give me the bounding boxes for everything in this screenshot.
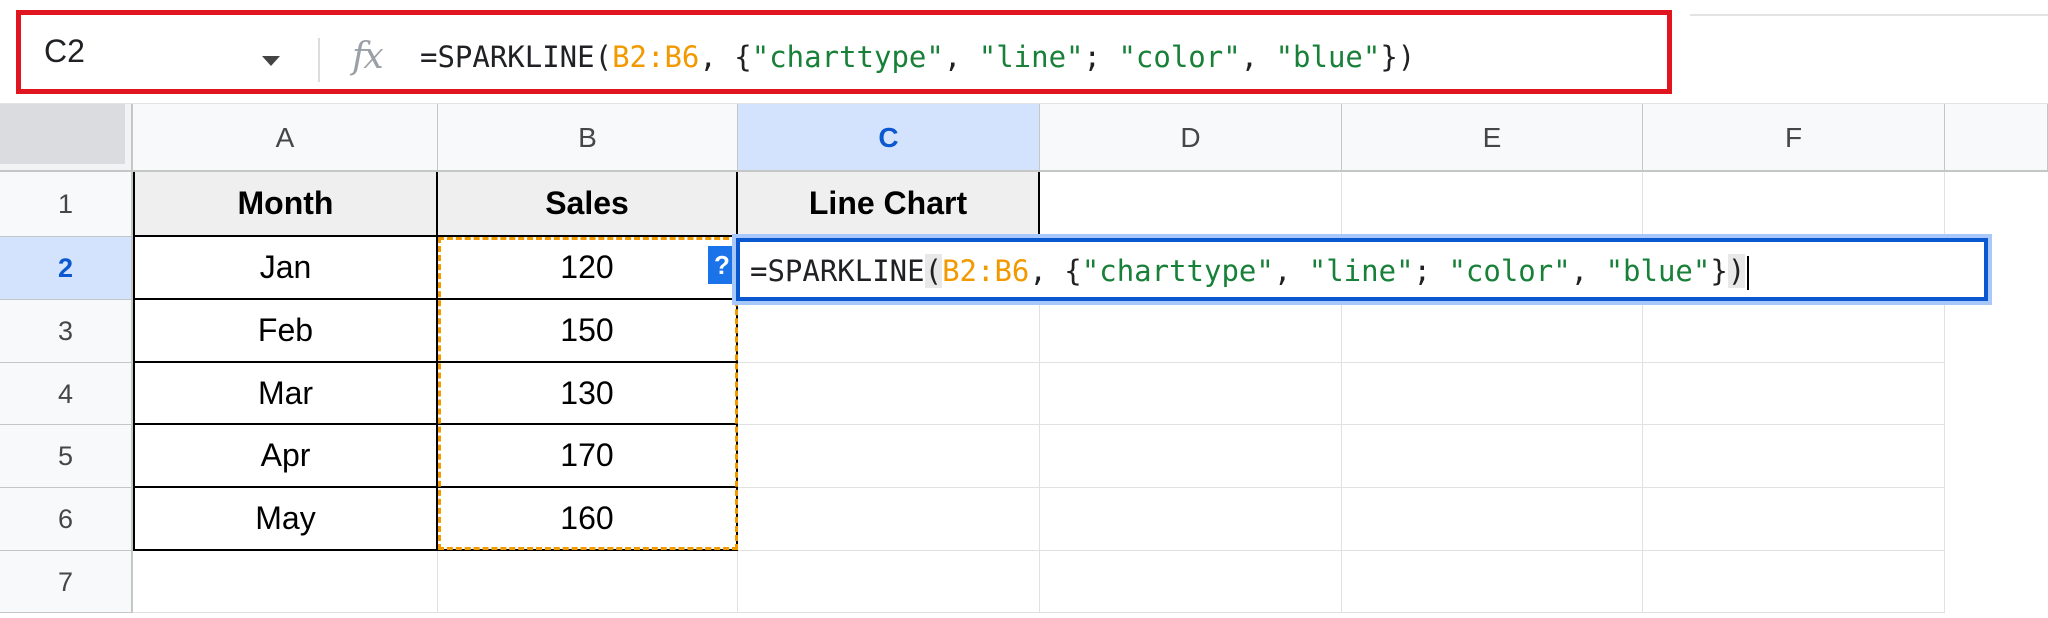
column-header-a[interactable]: A — [133, 104, 438, 172]
fx-icon: fx — [352, 36, 384, 77]
formula-token: "color" — [1118, 40, 1241, 74]
formula-token: =SPARKLINE( — [420, 40, 613, 74]
editor-token: , { — [1029, 254, 1082, 288]
cell-a4[interactable]: Mar — [133, 363, 438, 425]
cell-d6[interactable] — [1040, 488, 1342, 551]
cell-e7[interactable] — [1342, 551, 1643, 613]
cell-d5[interactable] — [1040, 425, 1342, 488]
cell-b3[interactable]: 150 — [438, 300, 738, 363]
formula-token: "blue" — [1275, 40, 1381, 74]
formula-token: B2:B6 — [612, 40, 700, 74]
cell-e6[interactable] — [1342, 488, 1643, 551]
formula-token: ; — [1083, 40, 1119, 74]
name-box-divider — [318, 38, 320, 82]
cell-d3[interactable] — [1040, 300, 1342, 363]
cell-e5[interactable] — [1342, 425, 1643, 488]
cell-c6[interactable] — [738, 488, 1040, 551]
name-box-dropdown-icon[interactable] — [262, 56, 280, 66]
editor-token: ( — [924, 254, 943, 288]
name-box[interactable]: C2 — [40, 28, 290, 78]
cell-a5[interactable]: Apr — [133, 425, 438, 488]
row-header-5[interactable]: 5 — [0, 425, 133, 488]
formula-token: }) — [1380, 40, 1416, 74]
row-header-7[interactable]: 7 — [0, 551, 133, 613]
text-cursor — [1747, 256, 1750, 290]
formula-token: "charttype" — [751, 40, 944, 74]
cell-editor[interactable]: =SPARKLINE(B2:B6, {"charttype", "line"; … — [732, 234, 1992, 305]
cell-b5[interactable]: 170 — [438, 425, 738, 488]
cell-editor-formula[interactable]: =SPARKLINE(B2:B6, {"charttype", "line"; … — [750, 254, 1750, 290]
column-header-next[interactable] — [1945, 104, 2048, 172]
cell-b2[interactable]: 120 — [438, 237, 738, 300]
cell-f6[interactable] — [1643, 488, 1945, 551]
editor-token: , — [1570, 254, 1606, 288]
header-cell-b1[interactable]: Sales — [438, 172, 738, 237]
cell-c3[interactable] — [738, 300, 1040, 363]
cell-f1[interactable] — [1643, 172, 1945, 237]
formula-help-icon[interactable]: ? — [708, 246, 736, 284]
cell-d7[interactable] — [1040, 551, 1342, 613]
cell-a3[interactable]: Feb — [133, 300, 438, 363]
cell-b7[interactable] — [438, 551, 738, 613]
cell-e3[interactable] — [1342, 300, 1643, 363]
toolbar-divider — [1690, 14, 2048, 16]
cell-c7[interactable] — [738, 551, 1040, 613]
cell-e4[interactable] — [1342, 363, 1643, 425]
header-cell-c1[interactable]: Line Chart — [738, 172, 1040, 237]
row-header-2[interactable]: 2 — [0, 237, 133, 300]
formula-input[interactable]: =SPARKLINE(B2:B6, {"charttype", "line"; … — [420, 40, 1415, 74]
column-header-b[interactable]: B — [438, 104, 738, 172]
row-header-1[interactable]: 1 — [0, 172, 133, 237]
name-box-cell-ref[interactable]: C2 — [44, 33, 85, 70]
column-header-d[interactable]: D — [1040, 104, 1342, 172]
column-header-f[interactable]: F — [1643, 104, 1945, 172]
editor-token: "color" — [1448, 254, 1571, 288]
formula-token: , { — [699, 40, 752, 74]
editor-token: "blue" — [1605, 254, 1711, 288]
column-header-c[interactable]: C — [738, 104, 1040, 172]
cell-c4[interactable] — [738, 363, 1040, 425]
cell-f3[interactable] — [1643, 300, 1945, 363]
cell-f7[interactable] — [1643, 551, 1945, 613]
column-header-e[interactable]: E — [1342, 104, 1643, 172]
cell-a7[interactable] — [133, 551, 438, 613]
cell-f4[interactable] — [1643, 363, 1945, 425]
editor-token: "line" — [1308, 254, 1414, 288]
formula-token: , — [943, 40, 979, 74]
cell-a6[interactable]: May — [133, 488, 438, 551]
cell-e1[interactable] — [1342, 172, 1643, 237]
editor-token: =SPARKLINE — [750, 254, 925, 288]
header-cell-a1[interactable]: Month — [133, 172, 438, 237]
cell-b6[interactable]: 160 — [438, 488, 738, 551]
editor-token: ) — [1727, 254, 1746, 288]
editor-token: ; — [1413, 254, 1449, 288]
cell-f5[interactable] — [1643, 425, 1945, 488]
editor-token: , — [1273, 254, 1309, 288]
cell-a2[interactable]: Jan — [133, 237, 438, 300]
cell-b4[interactable]: 130 — [438, 363, 738, 425]
editor-token: B2:B6 — [942, 254, 1030, 288]
row-header-3[interactable]: 3 — [0, 300, 133, 363]
row-header-4[interactable]: 4 — [0, 363, 133, 425]
cell-d1[interactable] — [1040, 172, 1342, 237]
formula-token: , — [1240, 40, 1276, 74]
cell-d4[interactable] — [1040, 363, 1342, 425]
select-all-corner-fill — [0, 104, 125, 164]
row-header-6[interactable]: 6 — [0, 488, 133, 551]
cell-c5[interactable] — [738, 425, 1040, 488]
formula-token: "line" — [978, 40, 1084, 74]
editor-token: } — [1710, 254, 1728, 288]
editor-token: "charttype" — [1081, 254, 1274, 288]
